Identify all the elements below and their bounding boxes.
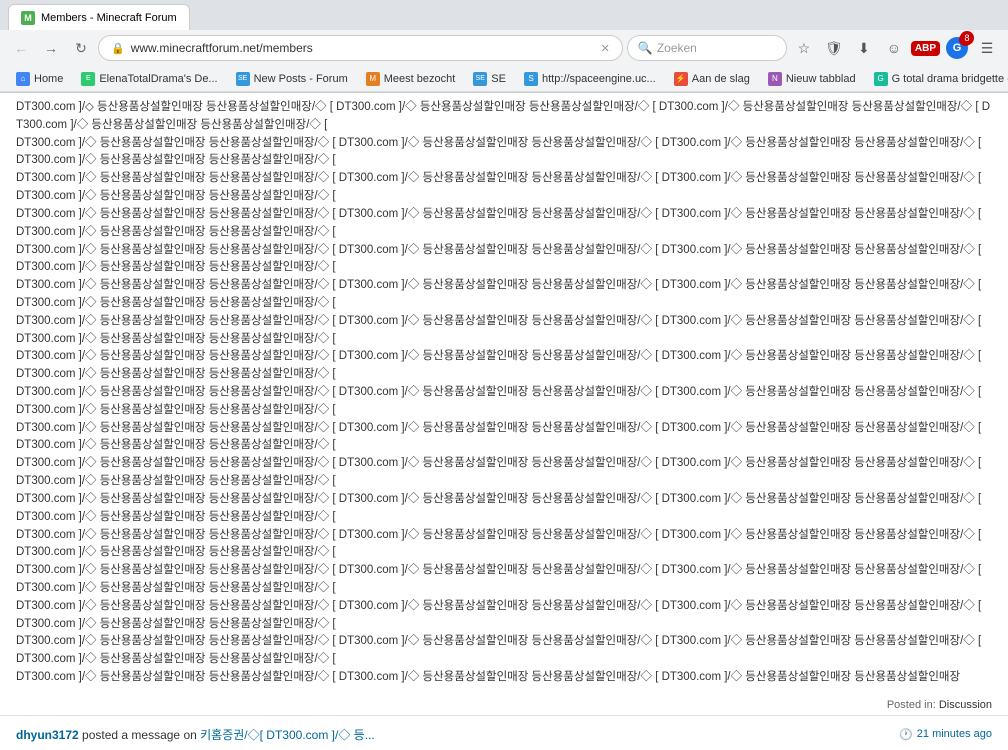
back-button[interactable]: ← (8, 35, 34, 61)
bookmark-nieuw[interactable]: N Nieuw tabblad (760, 70, 864, 88)
bookmark-nieuw-label: Nieuw tabblad (786, 73, 856, 85)
extension-badge: 8 (959, 33, 972, 46)
bookmark-se[interactable]: SE SE (465, 70, 514, 88)
bookmark-new-posts-label: New Posts - Forum (254, 73, 348, 85)
refresh-button[interactable]: ↻ (68, 35, 94, 61)
tab-bar: M Members - Minecraft Forum (0, 0, 1008, 30)
posted-in-label: Posted in: (887, 699, 939, 711)
discussion-link[interactable]: Discussion (939, 699, 992, 711)
search-placeholder: Zoeken (657, 41, 697, 55)
elena-favicon: E (81, 72, 95, 86)
bookmark-total[interactable]: G G total drama bridgette -... (866, 70, 1008, 88)
bookmark-elena-label: ElenaTotalDrama's De... (99, 73, 217, 85)
url-text: www.minecraftforum.net/members (131, 41, 595, 55)
extension-button[interactable]: G 8 (944, 35, 970, 61)
aan-favicon: ⚡ (674, 72, 688, 86)
bookmark-aan-label: Aan de slag (692, 73, 750, 85)
bookmark-new-posts[interactable]: SE New Posts - Forum (228, 70, 356, 88)
se-favicon: SE (473, 72, 487, 86)
lock-icon: 🔒 (111, 42, 125, 55)
page-content: DT300.com ]/◇ 등산용품상설할인매장 등산용품상설할인매장/◇ [ … (0, 93, 1008, 750)
clock-icon: 🕐 (899, 728, 913, 741)
tab-title: Members - Minecraft Forum (41, 12, 177, 24)
post-2: dhyun3172 posted a message on 키홈증권/◇[ DT… (0, 716, 1008, 750)
browser-tab[interactable]: M Members - Minecraft Forum (8, 4, 190, 30)
smiley-button[interactable]: ☺ (881, 35, 907, 61)
bookmark-se-label: SE (491, 73, 506, 85)
menu-button[interactable]: ☰ (974, 35, 1000, 61)
star-button[interactable]: ☆ (791, 35, 817, 61)
post-2-author: dhyun3172 posted a message on 키홈증권/◇[ DT… (16, 728, 375, 742)
bookmark-meest-label: Meest bezocht (384, 73, 456, 85)
meest-favicon: M (366, 72, 380, 86)
download-button[interactable]: ⬇ (851, 35, 877, 61)
post-2-header: dhyun3172 posted a message on 키홈증권/◇[ DT… (16, 726, 992, 743)
nieuw-favicon: N (768, 72, 782, 86)
adblock-button[interactable]: ABP (911, 41, 940, 56)
bookmark-aan[interactable]: ⚡ Aan de slag (666, 70, 758, 88)
post-2-timestamp-link[interactable]: 21 minutes ago (917, 728, 992, 740)
tab-favicon: M (21, 11, 35, 25)
search-icon: 🔍 (638, 41, 653, 55)
post-2-action: posted a message on (82, 728, 197, 742)
post-2-username-link[interactable]: dhyun3172 (16, 728, 79, 742)
bookmark-elena[interactable]: E ElenaTotalDrama's De... (73, 70, 225, 88)
space-favicon: S (524, 72, 538, 86)
bookmark-home[interactable]: ⌂ Home (8, 70, 71, 88)
post-1-body: DT300.com ]/◇ 등산용품상설할인매장 등산용품상설할인매장/◇ [ … (16, 99, 992, 687)
new-posts-favicon: SE (236, 72, 250, 86)
post-1-footer: Posted in: Discussion (16, 693, 992, 711)
post-2-topic-link[interactable]: 키홈증권/◇[ DT300.com ]/◇ 등... (200, 728, 375, 742)
home-favicon: ⌂ (16, 72, 30, 86)
bookmark-total-label: G total drama bridgette -... (892, 73, 1008, 85)
url-bar[interactable]: 🔒 www.minecraftforum.net/members ✕ (98, 35, 623, 61)
close-url-icon[interactable]: ✕ (601, 42, 610, 55)
search-bar[interactable]: 🔍 Zoeken (627, 35, 787, 61)
nav-bar: ← → ↻ 🔒 www.minecraftforum.net/members ✕… (0, 30, 1008, 66)
shield-button[interactable]: 🛡 (821, 35, 847, 61)
post-2-timestamp: 🕐 21 minutes ago (899, 728, 992, 741)
bookmarks-bar: ⌂ Home E ElenaTotalDrama's De... SE New … (0, 66, 1008, 92)
bookmark-meest[interactable]: M Meest bezocht (358, 70, 464, 88)
total-favicon: G (874, 72, 888, 86)
extension-icon: G (946, 37, 968, 59)
bookmark-home-label: Home (34, 73, 63, 85)
browser-actions: ☆ 🛡 ⬇ ☺ ABP G 8 ☰ (791, 35, 1000, 61)
post-2-author-info: dhyun3172 posted a message on 키홈증권/◇[ DT… (16, 726, 375, 743)
browser-chrome: M Members - Minecraft Forum ← → ↻ 🔒 www.… (0, 0, 1008, 93)
bookmark-space-label: http://spaceengine.uc... (542, 73, 656, 85)
forward-button[interactable]: → (38, 35, 64, 61)
bookmark-space[interactable]: S http://spaceengine.uc... (516, 70, 664, 88)
post-1: DT300.com ]/◇ 등산용품상설할인매장 등산용품상설할인매장/◇ [ … (0, 93, 1008, 716)
